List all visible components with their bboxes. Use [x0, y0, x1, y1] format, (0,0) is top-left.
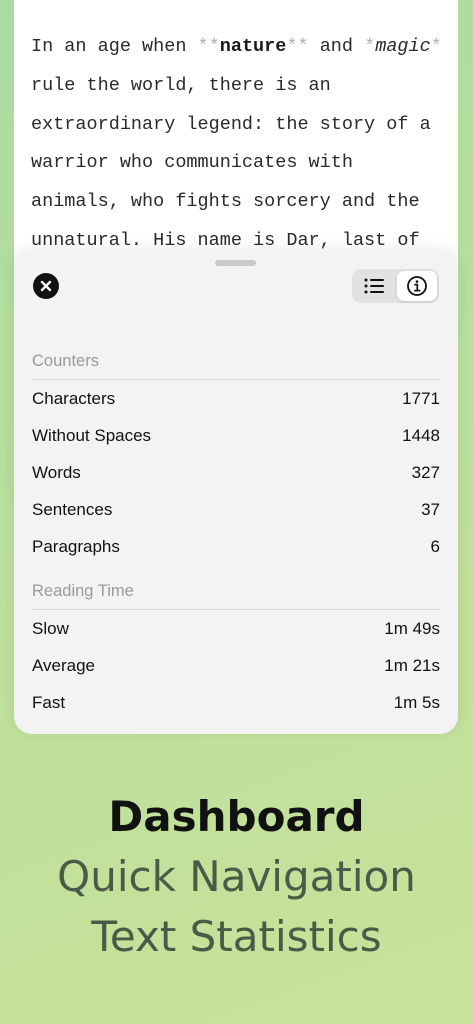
- stat-row-sentences: Sentences 37: [32, 500, 440, 520]
- stat-label: Characters: [32, 389, 116, 408]
- reading-row-fast: Fast 1m 5s: [32, 693, 440, 713]
- counters-header: Counters: [32, 352, 440, 380]
- stat-row-paragraphs: Paragraphs 6: [32, 537, 440, 557]
- stats-sheet: Counters Characters 1771 Without Spaces …: [14, 250, 458, 734]
- caption-line-quick-navigation: Quick Navigation: [57, 852, 416, 901]
- stat-value: 1m 21s: [384, 656, 440, 675]
- editor-text-segment: rule the world, there is an extraordinar…: [31, 74, 431, 251]
- reading-time-header: Reading Time: [32, 582, 440, 610]
- stat-label: Paragraphs: [32, 537, 120, 556]
- list-view-tab[interactable]: [354, 271, 394, 301]
- sheet-grabber[interactable]: [215, 260, 256, 266]
- stat-value: 327: [411, 463, 440, 482]
- markdown-bold-marker: **: [197, 36, 220, 57]
- markdown-italic-marker: *: [364, 36, 376, 57]
- caption-title: Dashboard: [108, 792, 365, 841]
- info-icon: [407, 276, 427, 296]
- stat-label: Without Spaces: [32, 426, 152, 445]
- stat-label: Fast: [32, 693, 66, 712]
- close-button[interactable]: [33, 273, 59, 299]
- markdown-italic-marker: *: [430, 36, 442, 57]
- stat-value: 1448: [402, 426, 440, 445]
- italic-word: magic: [375, 36, 431, 57]
- reading-row-slow: Slow 1m 49s: [32, 619, 440, 639]
- stat-row-characters: Characters 1771: [32, 389, 440, 409]
- stat-value: 37: [421, 500, 440, 519]
- info-view-tab[interactable]: [397, 271, 437, 301]
- stat-value: 6: [430, 537, 440, 556]
- stat-label: Words: [32, 463, 81, 482]
- editor-text-segment: and: [308, 36, 365, 57]
- stat-value: 1m 5s: [393, 693, 440, 712]
- reading-row-average: Average 1m 21s: [32, 656, 440, 676]
- stat-label: Average: [32, 656, 96, 675]
- stat-value: 1m 49s: [384, 619, 440, 638]
- bold-word: nature: [219, 36, 287, 57]
- caption-line-text-statistics: Text Statistics: [91, 912, 382, 961]
- markdown-bold-marker: **: [286, 36, 309, 57]
- editor-text[interactable]: In an age when **nature** and *magic* ru…: [31, 28, 446, 261]
- editor-text-segment: In an age when: [31, 36, 198, 57]
- stat-row-without-spaces: Without Spaces 1448: [32, 426, 440, 446]
- view-segmented-control: [352, 269, 439, 303]
- stat-row-words: Words 327: [32, 463, 440, 483]
- close-icon: [40, 280, 52, 292]
- stat-value: 1771: [402, 389, 440, 408]
- stat-label: Sentences: [32, 500, 113, 519]
- list-icon: [364, 278, 384, 294]
- stat-label: Slow: [32, 619, 69, 638]
